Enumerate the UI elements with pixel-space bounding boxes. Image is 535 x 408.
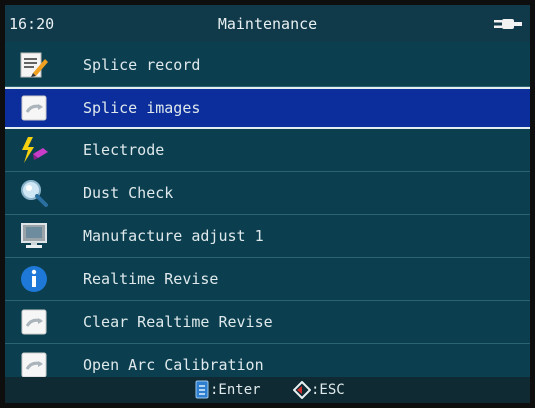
menu-item-electrode[interactable]: Electrode	[5, 129, 530, 172]
plug-icon	[494, 19, 522, 29]
menu-item-label: Open Arc Calibration	[83, 356, 264, 374]
menu-item-splice-images[interactable]: Splice images	[5, 87, 530, 129]
menu-item-label: Dust Check	[83, 184, 174, 202]
notepad-pencil-icon	[20, 52, 48, 78]
menu-item-label: Splice images	[83, 99, 201, 117]
esc-hint: :ESC	[311, 382, 345, 398]
menu-item-splice-record[interactable]: Splice record	[5, 44, 530, 87]
page-title: Maintenance	[217, 15, 318, 33]
enter-hint: :Enter	[210, 382, 261, 398]
esc-key-icon	[293, 381, 311, 399]
menu-item-label: Splice record	[83, 56, 201, 74]
menu-item-label: Electrode	[83, 141, 165, 159]
title-bar: 16:20 Maintenance	[5, 5, 530, 42]
menu-item-label: Realtime Revise	[83, 270, 219, 288]
menu-item-dust-check[interactable]: Dust Check	[5, 172, 530, 215]
image-tile-icon	[21, 309, 47, 335]
device-screen: 16:20 Maintenance Splice record Splice i…	[5, 5, 530, 403]
menu-item-clear-realtime-revise[interactable]: Clear Realtime Revise	[5, 301, 530, 344]
menu-item-label: Clear Realtime Revise	[83, 313, 273, 331]
lightning-electrode-icon	[22, 137, 48, 163]
key-hint-bar: :Enter :ESC	[5, 377, 530, 403]
enter-key-icon	[195, 380, 209, 399]
menu-item-realtime-revise[interactable]: Realtime Revise	[5, 258, 530, 301]
image-tile-icon	[21, 95, 47, 121]
menu-item-label: Manufacture adjust 1	[83, 227, 264, 245]
info-icon	[21, 266, 47, 292]
magnifier-icon	[21, 180, 48, 207]
maintenance-menu: Splice record Splice images Electrode Du…	[5, 44, 530, 387]
menu-item-manufacture-adjust[interactable]: Manufacture adjust 1	[5, 215, 530, 258]
image-tile-icon	[21, 352, 47, 378]
monitor-icon	[21, 223, 47, 248]
